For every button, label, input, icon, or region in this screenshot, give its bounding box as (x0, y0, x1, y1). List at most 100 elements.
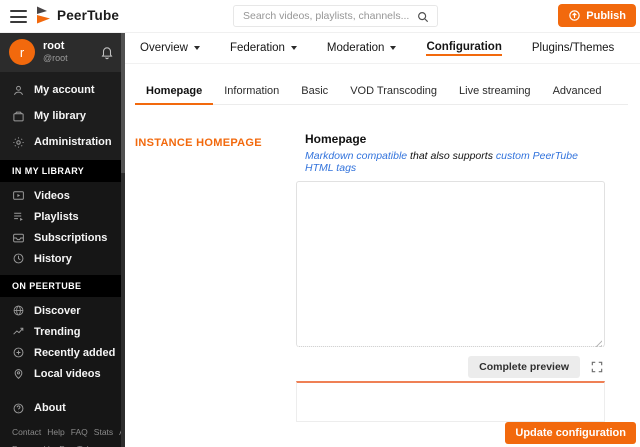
library-icon (12, 110, 25, 123)
markdown-hint: Markdown compatible that also supports c… (305, 150, 605, 174)
nav-tab-moderation[interactable]: Moderation (312, 33, 412, 63)
peertube-logo-icon (36, 6, 51, 24)
markdown-compatible-link[interactable]: Markdown compatible (305, 150, 407, 162)
footer-links: Contact Help FAQ Stats API (12, 427, 125, 437)
search-input[interactable] (234, 6, 437, 26)
playlists-icon (12, 210, 25, 223)
upload-icon (568, 9, 581, 22)
homepage-form: Homepage Markdown compatible that also s… (296, 132, 605, 422)
sidebar-footer: Contact Help FAQ Stats API Powered by Pe… (12, 427, 125, 447)
map-pin-icon (12, 367, 25, 380)
nav-tab-label: Moderation (326, 41, 385, 54)
sidebar-item-label: Playlists (34, 210, 79, 223)
sidebar-item-label: Trending (34, 325, 81, 338)
sidebar-item-label: My account (34, 84, 95, 96)
configuration-tabs: Homepage Information Basic VOD Transcodi… (135, 78, 628, 105)
search-icon[interactable] (416, 10, 430, 24)
sidebar-item-label: About (34, 402, 66, 414)
caret-down-icon (390, 46, 397, 50)
homepage-textarea-wrap (296, 181, 605, 352)
footer-link-contact[interactable]: Contact (12, 427, 41, 437)
sidebar-item-my-library[interactable]: My library (0, 103, 125, 129)
homepage-field-label: Homepage (305, 132, 367, 146)
user-name: root (43, 40, 65, 52)
menu-hamburger-icon[interactable] (10, 10, 27, 23)
complete-preview-button[interactable]: Complete preview (468, 355, 580, 378)
sidebar-item-my-account[interactable]: My account (0, 77, 125, 103)
search-box (233, 5, 438, 27)
tab-advanced[interactable]: Advanced (542, 78, 613, 104)
caret-down-icon (290, 46, 297, 50)
sidebar-item-recently-added[interactable]: Recently added (0, 342, 125, 363)
homepage-textarea[interactable] (296, 181, 605, 347)
sidebar-item-label: My library (34, 110, 86, 122)
nav-tab-label: Federation (229, 41, 285, 54)
publish-label: Publish (586, 9, 626, 22)
gear-icon (12, 136, 25, 149)
instance-homepage-section-label: INSTANCE HOMEPAGE (135, 137, 262, 149)
tab-information[interactable]: Information (213, 78, 290, 104)
nav-tab-label: Configuration (426, 41, 502, 56)
avatar[interactable]: r (9, 39, 35, 65)
peertube-home-link[interactable]: PeerTube (36, 6, 119, 24)
nav-tab-label: Overview (140, 41, 188, 54)
globe-icon (12, 304, 25, 317)
update-configuration-button[interactable]: Update configuration (505, 422, 636, 444)
sidebar-item-videos[interactable]: Videos (0, 185, 125, 206)
trending-icon (12, 325, 25, 338)
sidebar-item-label: Discover (34, 304, 81, 317)
videos-icon (12, 189, 25, 202)
sidebar-instance-items: Discover Trending Recently added Local v… (0, 297, 125, 390)
nav-tab-label: Plugins/Themes (531, 41, 615, 54)
sidebar-item-label: Subscriptions (34, 231, 108, 244)
subscriptions-icon (12, 231, 25, 244)
top-bar: PeerTube Publish (0, 0, 640, 33)
nav-tab-overview[interactable]: Overview (125, 33, 215, 63)
sidebar: r root @root My account My library Admin… (0, 33, 125, 447)
user-handle: @root (43, 53, 68, 63)
sidebar-item-label: History (34, 252, 72, 265)
brand-title: PeerTube (57, 7, 120, 23)
nav-tab-plugins-themes[interactable]: Plugins/Themes (517, 33, 629, 63)
preview-toolbar: Complete preview (296, 352, 605, 381)
sidebar-about-wrap: About (0, 395, 121, 421)
sidebar-item-label: Local videos (34, 367, 101, 380)
sidebar-item-trending[interactable]: Trending (0, 321, 125, 342)
sidebar-account-menu: My account My library Administration (0, 72, 125, 160)
nav-tab-system[interactable]: System (629, 33, 640, 63)
sidebar-item-subscriptions[interactable]: Subscriptions (0, 227, 125, 248)
publish-button[interactable]: Publish (558, 4, 636, 27)
notifications-bell-icon[interactable] (100, 45, 114, 60)
admin-nav: Overview Federation Moderation Configura… (125, 33, 640, 64)
footer-link-faq[interactable]: FAQ (71, 427, 88, 437)
tab-live-streaming[interactable]: Live streaming (448, 78, 542, 104)
sidebar-item-playlists[interactable]: Playlists (0, 206, 125, 227)
caret-down-icon (193, 46, 200, 50)
nav-tab-configuration[interactable]: Configuration (411, 33, 516, 63)
sidebar-item-label: Recently added (34, 346, 116, 359)
user-icon (12, 84, 25, 97)
sidebar-item-local-videos[interactable]: Local videos (0, 363, 125, 384)
sidebar-section-in-my-library: IN MY LIBRARY (0, 160, 125, 182)
sidebar-item-about[interactable]: About (0, 395, 121, 421)
nav-tab-federation[interactable]: Federation (215, 33, 312, 63)
sidebar-library-items: Videos Playlists Subscriptions History (0, 182, 125, 275)
hint-middle-text: that also supports (407, 150, 496, 162)
sidebar-item-history[interactable]: History (0, 248, 125, 269)
sidebar-item-administration[interactable]: Administration (0, 129, 125, 155)
sidebar-item-label: Videos (34, 189, 70, 202)
footer-link-help[interactable]: Help (47, 427, 64, 437)
markdown-preview-panel (296, 381, 605, 422)
tab-basic[interactable]: Basic (290, 78, 339, 104)
maximize-icon[interactable] (590, 360, 604, 374)
footer-link-stats[interactable]: Stats (94, 427, 113, 437)
sidebar-item-discover[interactable]: Discover (0, 300, 125, 321)
tab-homepage[interactable]: Homepage (135, 78, 214, 105)
sidebar-item-label: Administration (34, 136, 112, 148)
sidebar-section-on-peertube: ON PEERTUBE (0, 275, 125, 297)
history-clock-icon (12, 252, 25, 265)
tab-vod-transcoding[interactable]: VOD Transcoding (339, 78, 448, 104)
plus-circle-icon (12, 346, 25, 359)
sidebar-user-block[interactable]: r root @root (0, 33, 125, 72)
main-area: Overview Federation Moderation Configura… (125, 33, 640, 447)
